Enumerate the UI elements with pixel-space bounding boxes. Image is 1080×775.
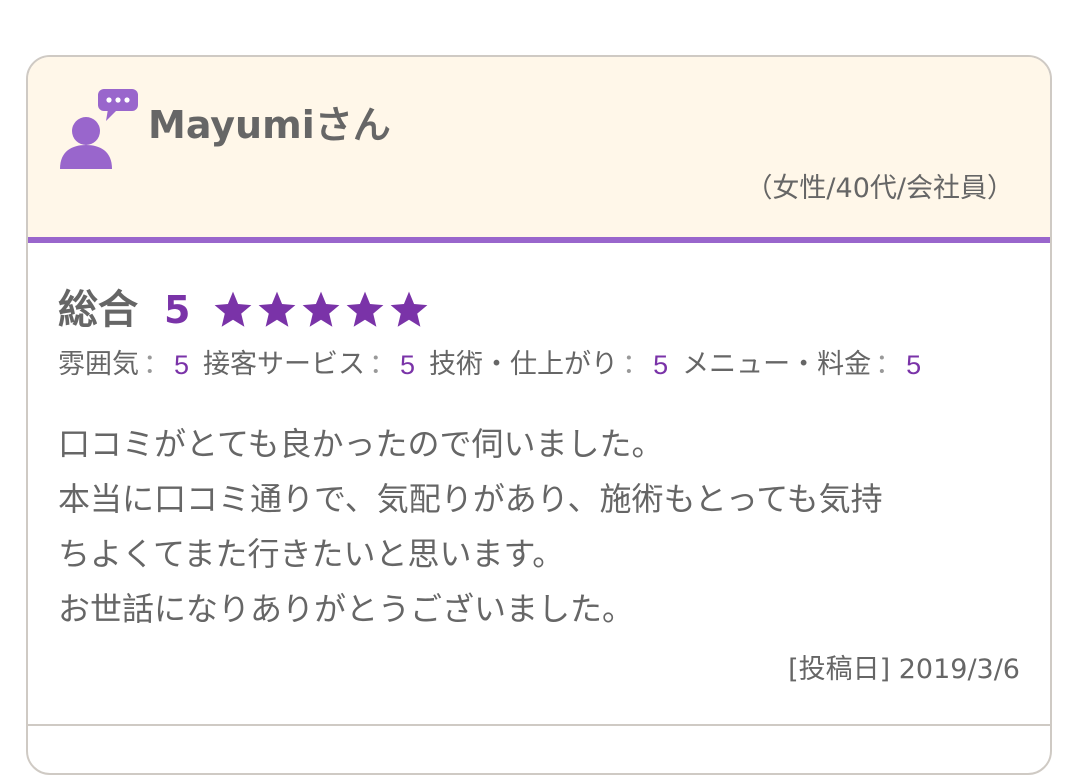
overall-score: 5: [164, 288, 191, 332]
divider: [28, 724, 1050, 726]
star-icon: [347, 291, 384, 327]
sub-rating-value: 5: [400, 350, 416, 380]
star-icon: [303, 291, 340, 327]
sub-rating-separator: ：: [875, 349, 903, 380]
star-icon: [259, 291, 296, 327]
star-icon: [391, 291, 428, 327]
sub-rating-atmosphere: 雰囲気 ： 5: [58, 345, 189, 385]
sub-rating-separator: ：: [622, 349, 650, 380]
post-date: [投稿日] 2019/3/6: [788, 654, 1020, 685]
sub-rating-separator: ：: [369, 349, 397, 380]
sub-rating-label: 技術・仕上がり: [429, 349, 619, 380]
overall-rating: 総合 5: [58, 282, 432, 338]
overall-label: 総合: [58, 287, 138, 333]
sub-ratings: 雰囲気 ： 5 接客サービス ： 5 技術・仕上がり ： 5 メニュー・料金 ：…: [58, 345, 935, 385]
sub-rating-label: 接客サービス: [203, 349, 366, 380]
reviewer-profile: （女性/40代/会社員）: [745, 173, 1014, 204]
sub-rating-separator: ：: [143, 349, 170, 380]
review-card: Mayumiさん （女性/40代/会社員） 総合 5 雰囲気 ： 5 接客サービ…: [26, 55, 1052, 775]
star-icon: [215, 291, 252, 327]
review-text-line: 本当に口コミ通りで、気配りがあり、施術もとっても気持: [58, 480, 883, 518]
sub-rating-value: 5: [174, 350, 190, 380]
reviewer-name: Mayumiさん: [148, 103, 391, 147]
review-text-line: 口コミがとても良かったので伺いました。: [58, 425, 664, 463]
sub-rating-value: 5: [653, 350, 669, 380]
sub-rating-value: 5: [906, 350, 922, 380]
sub-rating-label: 雰囲気: [58, 349, 139, 380]
user-chat-icon: [60, 89, 138, 169]
star-rating: [212, 289, 432, 331]
sub-rating-label: メニュー・料金: [682, 349, 872, 380]
sub-rating-service: 接客サービス ： 5: [203, 345, 415, 385]
sub-rating-menu-price: メニュー・料金 ： 5: [682, 345, 921, 385]
review-text-line: ちよくてまた行きたいと思います。: [58, 535, 565, 573]
review-text: 口コミがとても良かったので伺いました。 本当に口コミ通りで、気配りがあり、施術も…: [58, 417, 1018, 637]
sub-rating-technique: 技術・仕上がり ： 5: [429, 345, 668, 385]
review-header: Mayumiさん （女性/40代/会社員）: [28, 57, 1050, 243]
review-text-line: お世話になりありがとうございました。: [58, 590, 635, 628]
